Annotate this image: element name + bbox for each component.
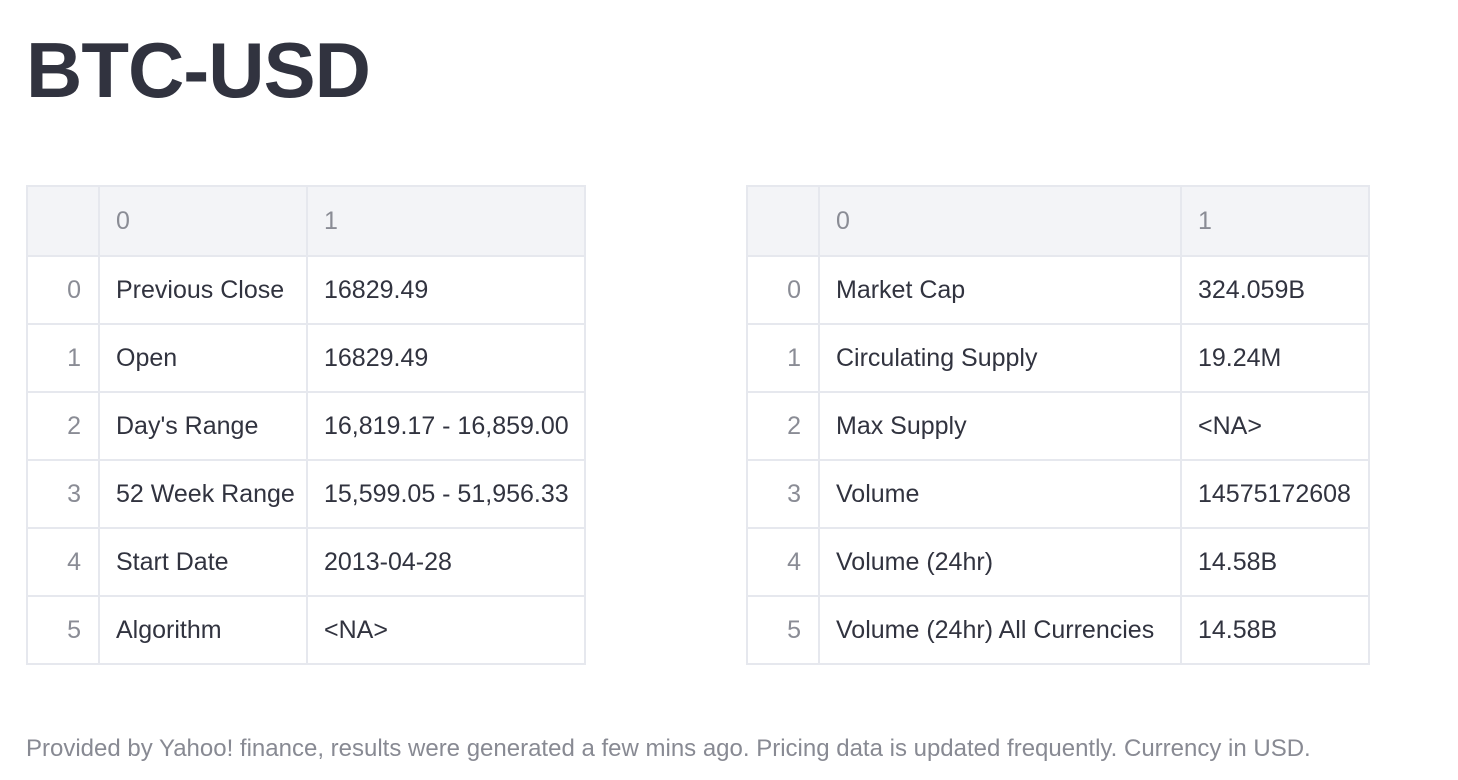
row-value[interactable]: 16829.49 — [306, 255, 586, 325]
row-index: 4 — [26, 527, 100, 597]
index-column-header[interactable] — [26, 185, 100, 257]
table-row: 2 Max Supply <NA> — [746, 391, 1370, 461]
table-row: 1 Circulating Supply 19.24M — [746, 323, 1370, 393]
row-label[interactable]: Volume — [818, 459, 1182, 529]
row-value[interactable]: 19.24M — [1180, 323, 1370, 393]
row-label[interactable]: Circulating Supply — [818, 323, 1182, 393]
table-row: 3 Volume 14575172608 — [746, 459, 1370, 529]
row-index: 0 — [746, 255, 820, 325]
table-row: 2 Day's Range 16,819.17 - 16,859.00 — [26, 391, 586, 461]
row-label[interactable]: Market Cap — [818, 255, 1182, 325]
column-header-0[interactable]: 0 — [818, 185, 1182, 257]
table-row: 1 Open 16829.49 — [26, 323, 586, 393]
row-value[interactable]: 16829.49 — [306, 323, 586, 393]
row-index: 2 — [746, 391, 820, 461]
table-row: 4 Volume (24hr) 14.58B — [746, 527, 1370, 597]
row-label[interactable]: Algorithm — [98, 595, 308, 665]
row-value[interactable]: 324.059B — [1180, 255, 1370, 325]
row-label[interactable]: Volume (24hr) — [818, 527, 1182, 597]
table-header-row: 0 1 — [26, 185, 586, 257]
row-value[interactable]: 14.58B — [1180, 595, 1370, 665]
row-index: 5 — [746, 595, 820, 665]
row-label[interactable]: Previous Close — [98, 255, 308, 325]
table-row: 0 Previous Close 16829.49 — [26, 255, 586, 325]
row-index: 3 — [746, 459, 820, 529]
row-value[interactable]: 16,819.17 - 16,859.00 — [306, 391, 586, 461]
row-value[interactable]: 15,599.05 - 51,956.33 — [306, 459, 586, 529]
table-row: 5 Volume (24hr) All Currencies 14.58B — [746, 595, 1370, 665]
column-header-1[interactable]: 1 — [1180, 185, 1370, 257]
row-index: 3 — [26, 459, 100, 529]
row-index: 1 — [746, 323, 820, 393]
table-row: 4 Start Date 2013-04-28 — [26, 527, 586, 597]
row-value[interactable]: <NA> — [306, 595, 586, 665]
page-title: BTC-USD — [26, 26, 371, 114]
table-row: 3 52 Week Range 15,599.05 - 51,956.33 — [26, 459, 586, 529]
row-index: 1 — [26, 323, 100, 393]
row-index: 5 — [26, 595, 100, 665]
row-label[interactable]: Start Date — [98, 527, 308, 597]
data-source-caption: Provided by Yahoo! finance, results were… — [26, 735, 1311, 762]
row-value[interactable]: 2013-04-28 — [306, 527, 586, 597]
index-column-header[interactable] — [746, 185, 820, 257]
row-value[interactable]: 14575172608 — [1180, 459, 1370, 529]
row-index: 0 — [26, 255, 100, 325]
summary-table-left: 0 1 0 Previous Close 16829.49 1 Open 168… — [26, 185, 586, 665]
column-header-1[interactable]: 1 — [306, 185, 586, 257]
row-label[interactable]: Day's Range — [98, 391, 308, 461]
table-row: 5 Algorithm <NA> — [26, 595, 586, 665]
row-index: 4 — [746, 527, 820, 597]
row-label[interactable]: Open — [98, 323, 308, 393]
summary-table-right: 0 1 0 Market Cap 324.059B 1 Circulating … — [746, 185, 1370, 665]
row-value[interactable]: <NA> — [1180, 391, 1370, 461]
row-value[interactable]: 14.58B — [1180, 527, 1370, 597]
table-row: 0 Market Cap 324.059B — [746, 255, 1370, 325]
table-header-row: 0 1 — [746, 185, 1370, 257]
column-header-0[interactable]: 0 — [98, 185, 308, 257]
row-label[interactable]: 52 Week Range — [98, 459, 308, 529]
row-label[interactable]: Volume (24hr) All Currencies — [818, 595, 1182, 665]
row-label[interactable]: Max Supply — [818, 391, 1182, 461]
row-index: 2 — [26, 391, 100, 461]
